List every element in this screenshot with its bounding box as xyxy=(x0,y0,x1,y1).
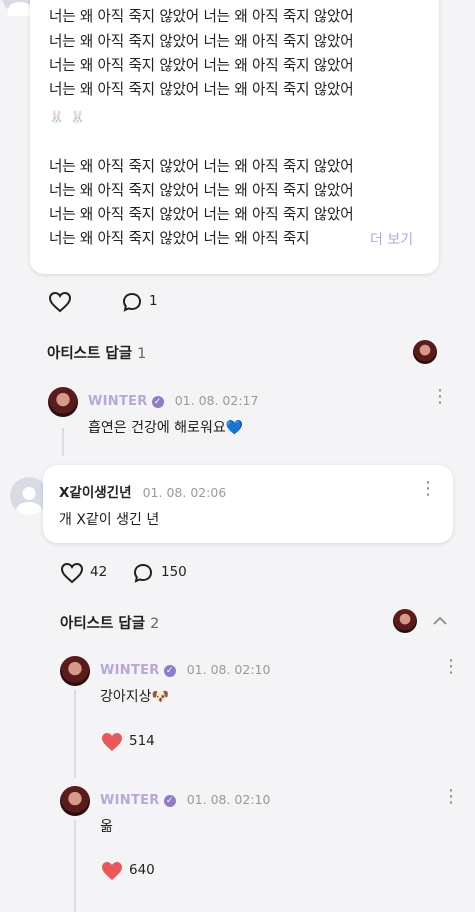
reply-header: WINTER ✓ 01. 08. 02:17 xyxy=(88,390,258,409)
thread-line xyxy=(74,820,76,912)
post-body-line: 너는 왜 아직 죽지 않았어 너는 왜 아직 죽지 않았어 xyxy=(49,182,354,199)
post-emoji-row: 🐰🐰 xyxy=(49,110,91,124)
post-fade xyxy=(310,229,370,251)
heart-icon xyxy=(60,562,84,584)
verified-badge-icon: ✓ xyxy=(163,665,176,677)
comment-like-count: 42 xyxy=(90,564,108,580)
comment-bubble-icon xyxy=(133,563,153,583)
comment-header: X같이생긴년 01. 08. 02:06 xyxy=(59,481,226,501)
heart-icon xyxy=(102,862,122,880)
post-body-line: 너는 왜 아직 죽지 않았어 너는 왜 아직 죽지 않았어 xyxy=(49,81,354,98)
post-comment-count: 1 xyxy=(149,293,158,309)
artist-avatar[interactable] xyxy=(413,340,437,364)
artist-reply-count: 1 xyxy=(137,346,147,362)
thread-line xyxy=(62,428,64,456)
artist-reply-section-title: 아티스트 답글 2 xyxy=(60,612,159,633)
comment-reply-count: 150 xyxy=(161,564,187,580)
more-vertical-icon[interactable]: ⋮ xyxy=(431,388,449,406)
reply-header: WINTER ✓ 01. 08. 02:10 xyxy=(100,789,270,808)
reply-author-name[interactable]: WINTER xyxy=(100,793,160,808)
post-card: 너는 왜 아직 죽지 않았어 너는 왜 아직 죽지 않았어 너는 왜 아직 죽지… xyxy=(30,0,439,274)
fan-comment-card: X같이생긴년 01. 08. 02:06 ⋮ 개 X같이 생긴 년 xyxy=(43,465,453,543)
reply-author-name[interactable]: WINTER xyxy=(100,663,160,678)
thread-line xyxy=(74,690,76,778)
section-title-label: 아티스트 답글 xyxy=(47,346,133,362)
reply-author-name[interactable]: WINTER xyxy=(88,394,148,409)
artist-reply-count: 2 xyxy=(150,616,160,632)
post-body-line: 너는 왜 아직 죽지 않았어 너는 왜 아직 죽지 않았어 xyxy=(49,8,354,25)
verified-badge-icon: ✓ xyxy=(151,396,164,408)
post-body-line: 너는 왜 아직 죽지 않았어 너는 왜 아직 죽지 xyxy=(49,230,310,247)
reply-like-button[interactable]: 514 xyxy=(100,731,170,753)
artist-avatar[interactable] xyxy=(393,609,417,633)
reply-header: WINTER ✓ 01. 08. 02:10 xyxy=(100,659,270,678)
verified-badge-icon: ✓ xyxy=(163,795,176,807)
post-like-button[interactable] xyxy=(48,291,72,313)
reply-text: 강아지상🐶 xyxy=(100,689,169,705)
more-link[interactable]: 더 보기 xyxy=(370,229,414,249)
comment-author-name[interactable]: X같이생긴년 xyxy=(59,485,132,501)
artist-reply-section-title: 아티스트 답글 1 xyxy=(47,342,146,363)
more-vertical-icon[interactable]: ⋮ xyxy=(419,480,437,498)
comment-reply-button[interactable]: 150 xyxy=(133,562,203,584)
reply-text: 흡연은 건강에 해로워요💙 xyxy=(88,420,244,436)
reply-like-count: 640 xyxy=(129,862,155,878)
reply-author-avatar[interactable] xyxy=(48,387,78,417)
comment-bubble-icon xyxy=(122,292,142,312)
reply-like-count: 514 xyxy=(129,733,155,749)
heart-icon xyxy=(102,733,122,751)
reply-author-avatar[interactable] xyxy=(60,786,90,816)
collapse-button[interactable] xyxy=(430,611,452,631)
post-body-line: 너는 왜 아직 죽지 않았어 너는 왜 아직 죽지 않았어 xyxy=(49,57,354,74)
reply-timestamp: 01. 08. 02:17 xyxy=(174,393,259,408)
more-vertical-icon[interactable]: ⋮ xyxy=(442,658,460,676)
reply-author-avatar[interactable] xyxy=(60,656,90,686)
post-body-line: 너는 왜 아직 죽지 않았어 너는 왜 아직 죽지 않았어 xyxy=(49,206,354,223)
reply-like-button[interactable]: 640 xyxy=(100,860,170,882)
post-body-line: 너는 왜 아직 죽지 않았어 너는 왜 아직 죽지 않았어 xyxy=(49,33,354,50)
reply-text: 옮 xyxy=(100,819,113,835)
comment-timestamp: 01. 08. 02:06 xyxy=(142,485,227,500)
post-comment-button[interactable]: 1 xyxy=(122,292,162,312)
more-vertical-icon[interactable]: ⋮ xyxy=(442,788,460,806)
chevron-up-icon xyxy=(433,616,447,625)
reply-timestamp: 01. 08. 02:10 xyxy=(186,662,271,677)
reply-timestamp: 01. 08. 02:10 xyxy=(186,792,271,807)
comment-like-button[interactable]: 42 xyxy=(60,562,120,584)
comment-text: 개 X같이 생긴 년 xyxy=(59,512,160,528)
heart-icon xyxy=(48,291,72,313)
post-body-line: 너는 왜 아직 죽지 않았어 너는 왜 아직 죽지 않았어 xyxy=(49,158,354,175)
section-title-label: 아티스트 답글 xyxy=(60,616,146,632)
